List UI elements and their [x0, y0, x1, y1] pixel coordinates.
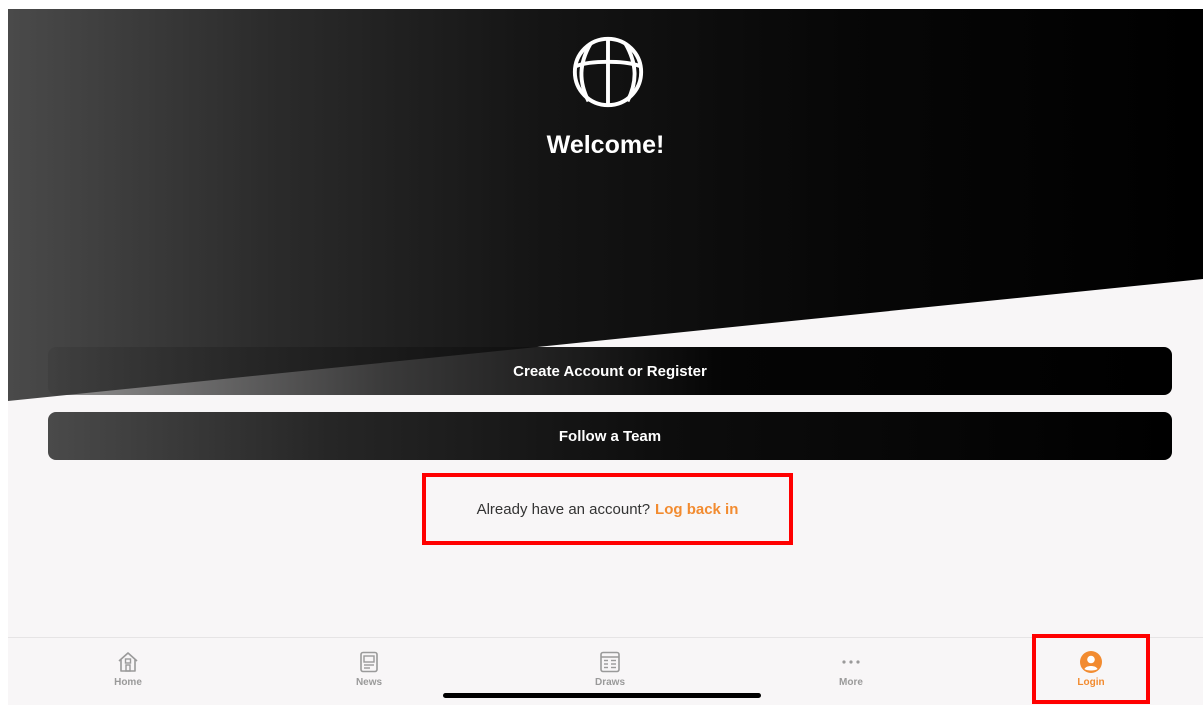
- log-back-in-link[interactable]: Log back in: [655, 501, 738, 518]
- tab-more[interactable]: More: [791, 638, 911, 705]
- app-screen: Welcome! Create Account or Register Foll…: [8, 9, 1203, 705]
- home-icon: [118, 652, 138, 672]
- home-indicator: [443, 693, 761, 698]
- follow-team-button[interactable]: Follow a Team: [48, 412, 1172, 460]
- news-icon: [360, 651, 378, 673]
- page-title: Welcome!: [546, 131, 665, 159]
- user-icon: [1080, 651, 1102, 673]
- create-account-button[interactable]: Create Account or Register: [48, 347, 1172, 395]
- tab-home[interactable]: Home: [68, 638, 188, 705]
- tab-more-label: More: [839, 677, 863, 688]
- tab-login-label: Login: [1077, 677, 1105, 688]
- tab-news-label: News: [355, 677, 383, 688]
- tab-news[interactable]: News: [309, 638, 429, 705]
- draws-icon: [600, 651, 620, 673]
- tab-login[interactable]: Login: [1032, 634, 1150, 704]
- tab-draws-label: Draws: [594, 677, 625, 688]
- create-account-label: Create Account or Register: [513, 362, 707, 380]
- login-prompt: Already have an account? Log back in: [422, 473, 793, 545]
- login-prompt-text: Already have an account?: [476, 500, 651, 518]
- basketball-icon: [572, 36, 644, 108]
- more-icon: [842, 660, 860, 664]
- tab-home-label: Home: [114, 677, 142, 688]
- follow-team-label: Follow a Team: [558, 427, 662, 445]
